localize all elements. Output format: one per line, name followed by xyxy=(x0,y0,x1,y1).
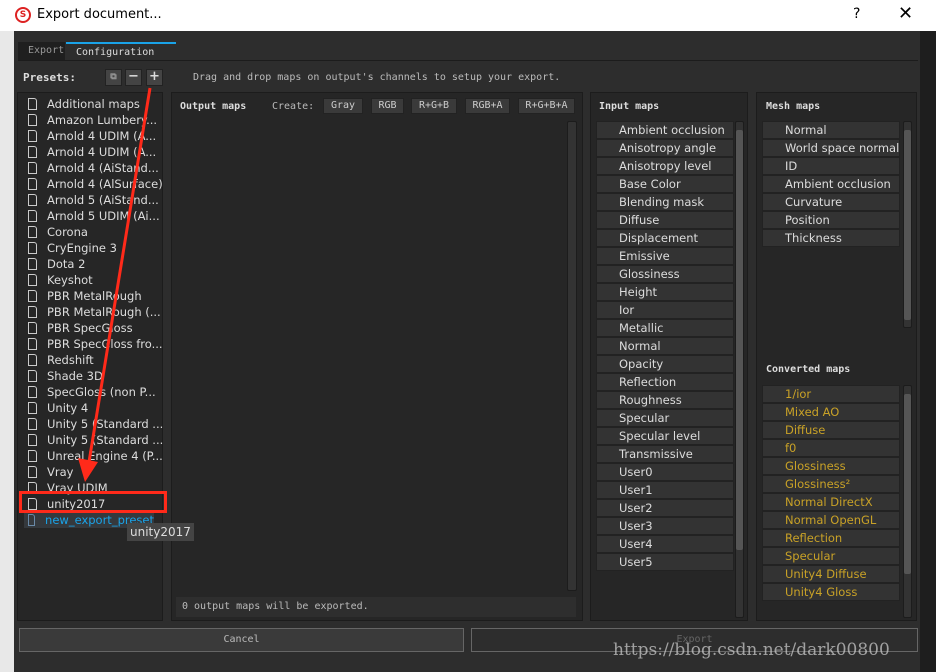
annotation-arrow xyxy=(78,87,152,482)
preset-tooltip: unity2017 xyxy=(127,523,194,541)
watermark: https://blog.csdn.net/dark00800 xyxy=(613,640,890,660)
